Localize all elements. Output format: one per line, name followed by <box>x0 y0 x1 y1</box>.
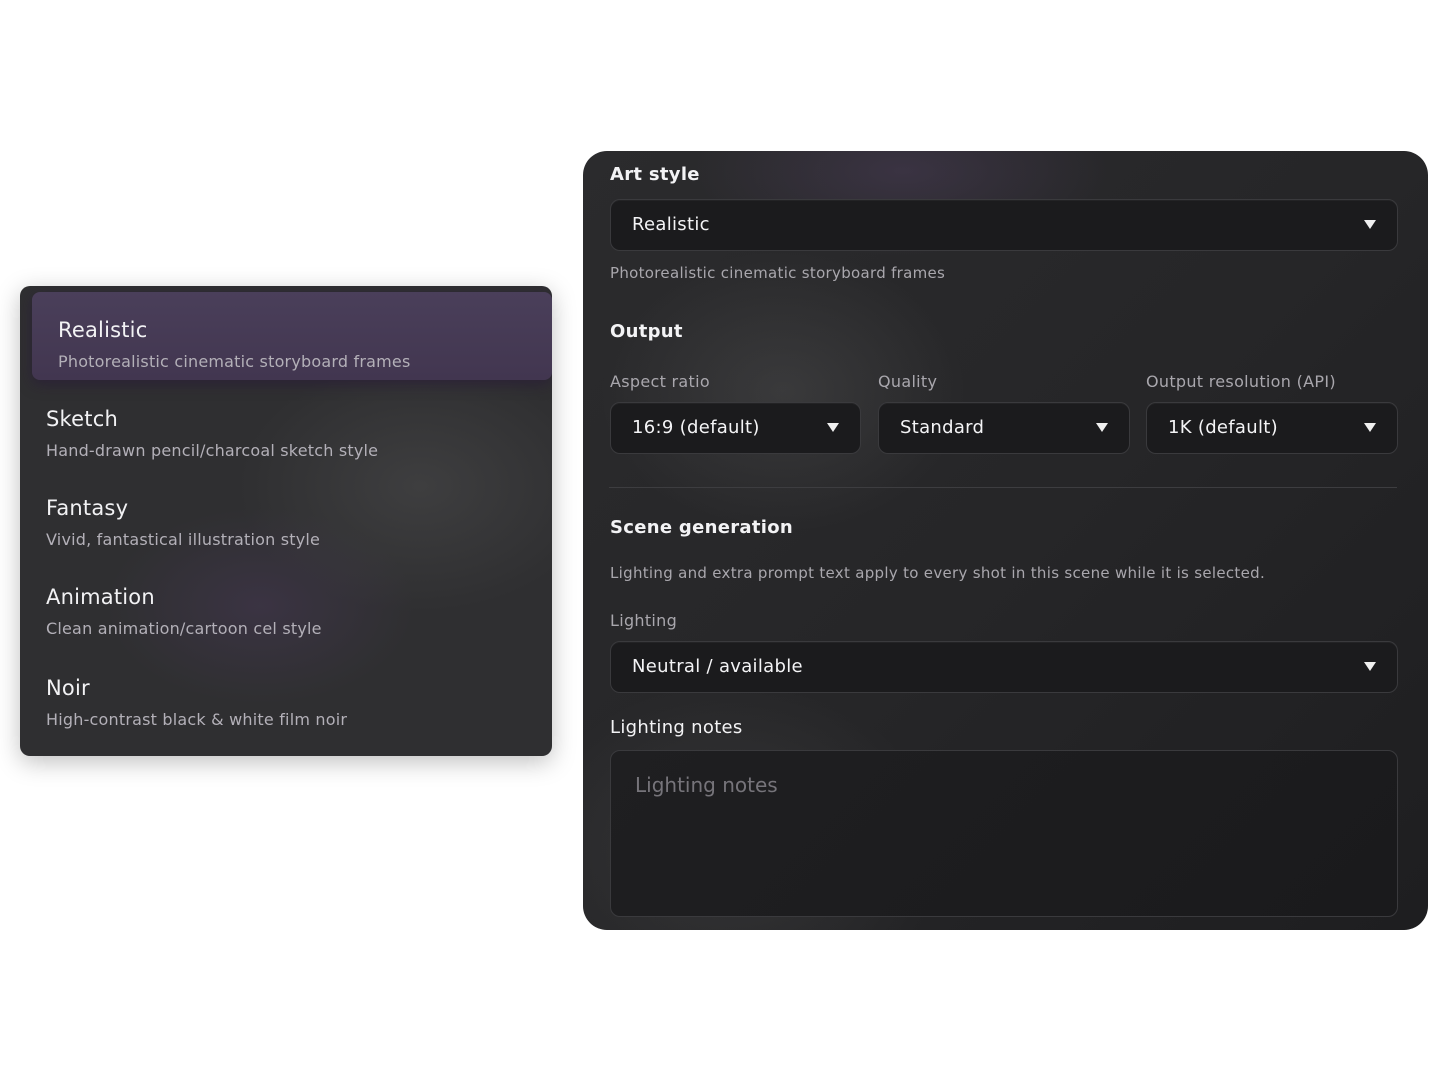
menu-item-title: Animation <box>46 585 155 609</box>
menu-item-description: Clean animation/cartoon cel style <box>46 619 322 638</box>
quality-label: Quality <box>878 372 938 391</box>
menu-item-description: Hand-drawn pencil/charcoal sketch style <box>46 441 379 460</box>
menu-item-title: Noir <box>46 676 90 700</box>
art-style-dropdown-menu: Realistic Photorealistic cinematic story… <box>20 286 552 756</box>
triangle-down-icon <box>1363 217 1377 231</box>
section-divider <box>609 487 1397 488</box>
art-style-label: Art style <box>610 164 700 185</box>
triangle-down-icon <box>1095 420 1109 434</box>
lighting-notes-textarea[interactable] <box>610 750 1398 917</box>
output-resolution-select[interactable]: 1K (default) <box>1146 402 1398 454</box>
menu-item-title: Realistic <box>58 318 148 342</box>
aspect-ratio-value: 16:9 (default) <box>632 417 760 438</box>
output-resolution-value: 1K (default) <box>1168 417 1278 438</box>
menu-item-description: High-contrast black & white film noir <box>46 710 348 729</box>
menu-item-noir[interactable]: Noir High-contrast black & white film no… <box>20 659 552 745</box>
menu-item-sketch[interactable]: Sketch Hand-drawn pencil/charcoal sketch… <box>20 390 552 476</box>
triangle-down-icon <box>826 420 840 434</box>
art-style-select[interactable]: Realistic <box>610 199 1398 251</box>
menu-item-fantasy[interactable]: Fantasy Vivid, fantastical illustration … <box>20 479 552 565</box>
art-style-description: Photorealistic cinematic storyboard fram… <box>610 264 946 282</box>
aspect-ratio-select[interactable]: 16:9 (default) <box>610 402 861 454</box>
menu-item-description: Vivid, fantastical illustration style <box>46 530 321 549</box>
quality-value: Standard <box>900 417 985 438</box>
output-section-title: Output <box>610 321 683 342</box>
menu-item-title: Fantasy <box>46 496 129 520</box>
settings-panel: Art style Realistic Photorealistic cinem… <box>583 151 1428 930</box>
lighting-notes-label: Lighting notes <box>610 717 743 738</box>
triangle-down-icon <box>1363 659 1377 673</box>
scene-generation-title: Scene generation <box>610 517 794 538</box>
scene-generation-hint: Lighting and extra prompt text apply to … <box>610 564 1266 582</box>
art-style-value: Realistic <box>632 214 710 235</box>
aspect-ratio-label: Aspect ratio <box>610 372 710 391</box>
menu-item-title: Sketch <box>46 407 118 431</box>
triangle-down-icon <box>1363 420 1377 434</box>
lighting-select[interactable]: Neutral / available <box>610 641 1398 693</box>
lighting-value: Neutral / available <box>632 656 803 677</box>
menu-item-animation[interactable]: Animation Clean animation/cartoon cel st… <box>20 568 552 654</box>
quality-select[interactable]: Standard <box>878 402 1130 454</box>
output-resolution-label: Output resolution (API) <box>1146 372 1336 391</box>
stage: Realistic Photorealistic cinematic story… <box>0 0 1450 1080</box>
lighting-label: Lighting <box>610 611 678 630</box>
menu-item-realistic[interactable]: Realistic Photorealistic cinematic story… <box>32 292 552 380</box>
menu-item-description: Photorealistic cinematic storyboard fram… <box>58 352 411 371</box>
